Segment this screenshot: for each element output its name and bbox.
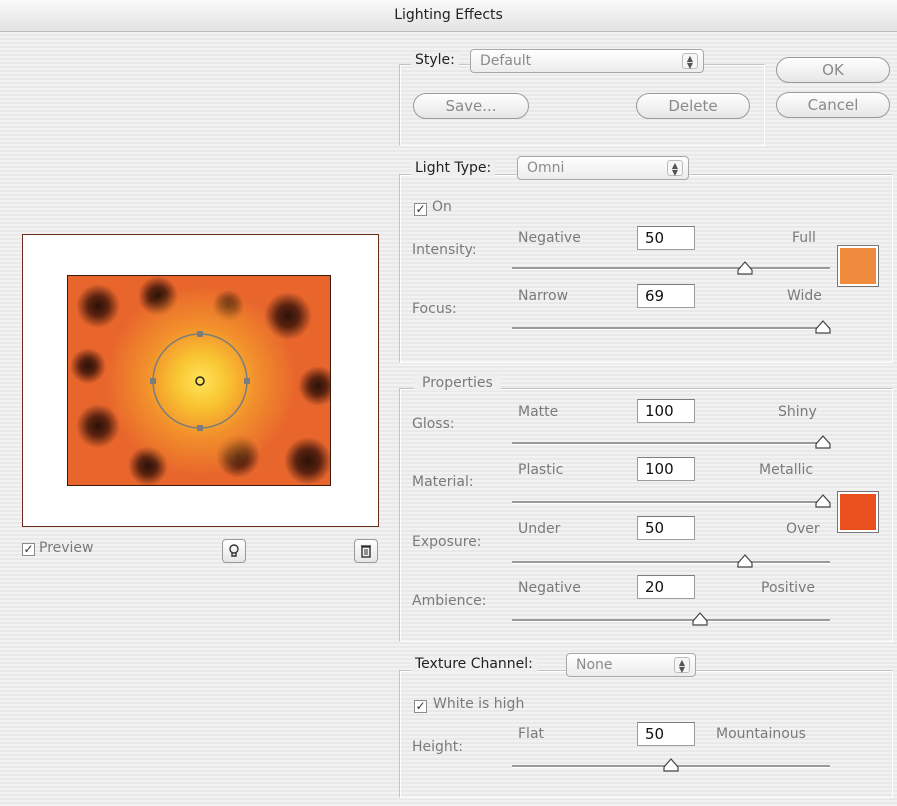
height-max-label: Mountainous <box>716 726 806 742</box>
ambient-color-swatch[interactable] <box>837 491 879 533</box>
light-color-swatch[interactable] <box>837 245 879 287</box>
height-field[interactable]: 50 <box>637 722 695 746</box>
exposure-max-label: Over <box>786 521 820 537</box>
material-min-label: Plastic <box>518 462 564 478</box>
style-select-value: Default <box>480 53 532 69</box>
intensity-slider-track[interactable] <box>512 267 830 270</box>
cancel-button[interactable]: Cancel <box>776 92 890 118</box>
chevron-updown-icon: ▲ ▼ <box>667 160 683 177</box>
ambience-field[interactable]: 20 <box>637 575 695 599</box>
ambience-max-label: Positive <box>761 580 815 596</box>
texture-channel-label: Texture Channel: <box>411 656 537 672</box>
exposure-slider-thumb[interactable] <box>737 554 753 568</box>
intensity-max-label: Full <box>792 230 816 246</box>
focus-slider-thumb[interactable] <box>815 320 831 334</box>
exposure-slider-track[interactable] <box>512 561 830 564</box>
white-is-high-label: White is high <box>433 696 525 712</box>
preview-label: Preview <box>39 540 94 556</box>
light-type-select-value: Omni <box>527 160 565 176</box>
ambience-min-label: Negative <box>518 580 581 596</box>
intensity-label: Intensity: <box>412 242 477 258</box>
gloss-max-label: Shiny <box>778 404 817 420</box>
material-slider-track[interactable] <box>512 501 830 504</box>
height-min-label: Flat <box>518 726 545 742</box>
light-on-label: On <box>432 199 452 215</box>
height-slider-thumb[interactable] <box>663 758 679 772</box>
save-button[interactable]: Save... <box>413 93 529 119</box>
light-position-ellipse[interactable] <box>145 326 257 438</box>
exposure-min-label: Under <box>518 521 561 537</box>
gloss-slider-track[interactable] <box>512 442 830 445</box>
focus-min-label: Narrow <box>518 288 569 304</box>
exposure-label: Exposure: <box>412 534 482 550</box>
light-on-checkbox[interactable]: ✓ <box>414 203 427 216</box>
style-select[interactable]: Default ▲ ▼ <box>470 49 704 73</box>
ambience-slider-track[interactable] <box>512 619 830 622</box>
white-is-high-checkbox[interactable]: ✓ <box>414 700 427 713</box>
light-type-select[interactable]: Omni ▲ ▼ <box>517 156 689 180</box>
height-label: Height: <box>412 739 463 755</box>
intensity-field[interactable]: 50 <box>637 226 695 250</box>
intensity-slider-thumb[interactable] <box>737 261 753 275</box>
ambience-label: Ambience: <box>412 593 487 609</box>
focus-slider-track[interactable] <box>512 327 830 330</box>
light-type-label: Light Type: <box>411 160 496 176</box>
gloss-slider-thumb[interactable] <box>815 435 831 449</box>
exposure-field[interactable]: 50 <box>637 516 695 540</box>
properties-title: Properties <box>414 375 501 391</box>
lightbulb-icon[interactable] <box>222 539 246 563</box>
chevron-updown-icon: ▲ ▼ <box>682 53 698 70</box>
preview-checkbox[interactable]: ✓ <box>22 543 35 556</box>
gloss-label: Gloss: <box>412 416 455 432</box>
focus-label: Focus: <box>412 301 457 317</box>
focus-max-label: Wide <box>787 288 822 304</box>
window-title: Lighting Effects <box>0 0 897 32</box>
delete-button[interactable]: Delete <box>636 93 750 119</box>
texture-channel-select[interactable]: None ▲ ▼ <box>566 653 696 677</box>
material-label: Material: <box>412 474 474 490</box>
gloss-min-label: Matte <box>518 404 559 420</box>
material-max-label: Metallic <box>759 462 814 478</box>
focus-field[interactable]: 69 <box>637 284 695 308</box>
style-label: Style: <box>411 52 459 68</box>
material-field[interactable]: 100 <box>637 457 695 481</box>
ambience-slider-thumb[interactable] <box>692 612 708 626</box>
ok-button[interactable]: OK <box>776 57 890 83</box>
intensity-min-label: Negative <box>518 230 581 246</box>
texture-channel-select-value: None <box>576 657 613 673</box>
material-slider-thumb[interactable] <box>815 494 831 508</box>
chevron-updown-icon: ▲ ▼ <box>674 657 690 674</box>
gloss-field[interactable]: 100 <box>637 399 695 423</box>
trash-icon[interactable] <box>354 539 378 563</box>
